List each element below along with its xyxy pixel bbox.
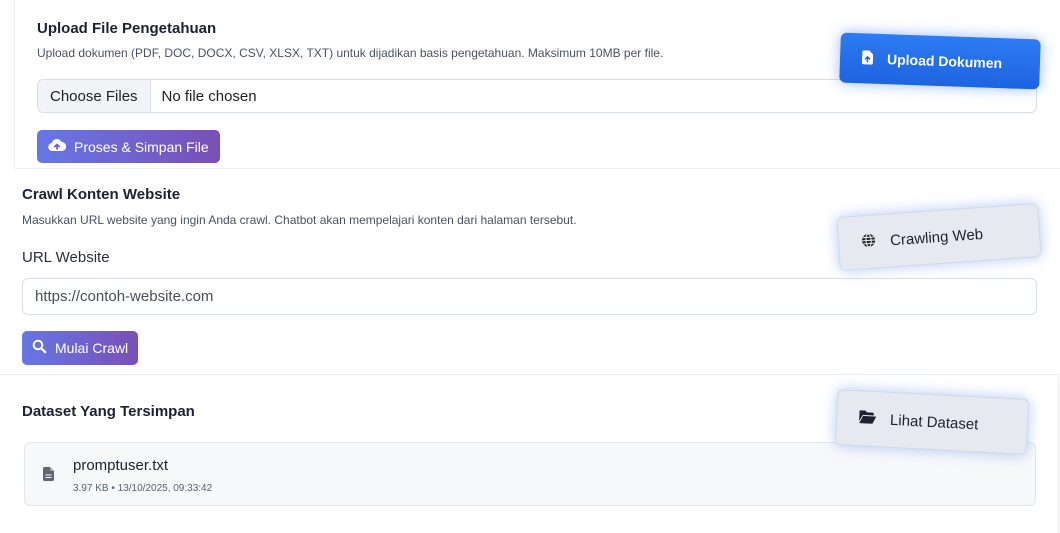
url-input[interactable] (22, 278, 1037, 315)
dataset-title: Dataset Yang Tersimpan (22, 403, 195, 420)
view-dataset-label: Lihat Dataset (889, 411, 979, 433)
list-item[interactable]: promptuser.txt 3.97 KB • 13/10/2025, 09:… (24, 442, 1036, 506)
crawl-title: Crawl Konten Website (22, 186, 181, 203)
cloud-upload-icon (48, 138, 67, 155)
start-crawl-label: Mulai Crawl (55, 340, 129, 356)
url-label: URL Website (22, 249, 110, 266)
upload-document-label: Upload Dokumen (886, 51, 1003, 72)
start-crawl-button[interactable]: Mulai Crawl (22, 331, 139, 365)
globe-icon (861, 232, 877, 252)
file-icon (43, 467, 54, 486)
choose-files-button[interactable]: Choose Files (38, 80, 151, 112)
upload-description: Upload dokumen (PDF, DOC, DOCX, CSV, XLS… (37, 46, 664, 60)
file-status: No file chosen (161, 87, 257, 105)
folder-open-icon (858, 409, 877, 428)
file-upload-icon (861, 49, 874, 67)
upload-title: Upload File Pengetahuan (37, 20, 217, 37)
process-save-button[interactable]: Proses & Simpan File (37, 130, 220, 163)
crawling-web-label: Crawling Web (889, 225, 984, 249)
crawl-description: Masukkan URL website yang ingin Anda cra… (22, 213, 577, 227)
process-save-label: Proses & Simpan File (74, 138, 209, 155)
crawl-section: Crawl Konten Website Masukkan URL websit… (0, 170, 1060, 370)
file-name: promptuser.txt (73, 457, 169, 474)
upload-document-button[interactable]: Upload Dokumen (839, 32, 1041, 90)
view-dataset-button[interactable]: Lihat Dataset (834, 389, 1030, 455)
search-icon (32, 339, 47, 357)
file-meta: 3.97 KB • 13/10/2025, 09:33:42 (73, 483, 213, 494)
